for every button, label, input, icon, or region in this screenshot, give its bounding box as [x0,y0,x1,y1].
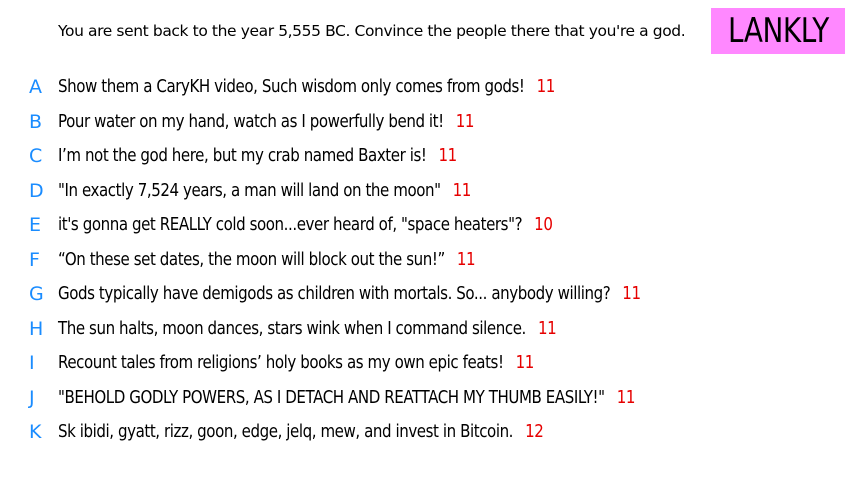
option-label: Gods typically have demigods as children… [58,284,611,305]
option-count: 11 [515,353,535,374]
option-content: “On these set dates, the moon will block… [58,249,476,270]
option-letter: K [29,421,42,444]
option-content: Pour water on my hand, watch as I powerf… [58,111,475,132]
option-content: "BEHOLD GODLY POWERS, AS I DETACH AND RE… [58,388,635,408]
option-content: it's gonna get REALLY cold soon...ever h… [58,215,553,236]
option-label: Pour water on my hand, watch as I powerf… [58,111,444,132]
option-content: Sk ibidi, gyatt, rizz, goon, edge, jelq,… [58,422,544,443]
option-letter: B [29,110,43,133]
option-content: Show them a CaryKH video, Such wisdom on… [58,77,555,97]
option-label: “On these set dates, the moon will block… [58,249,445,270]
option-count: 11 [456,249,476,270]
option-count: 10 [534,215,553,236]
option-count: 11 [537,318,557,339]
option-content: "In exactly 7,524 years, a man will land… [58,181,471,201]
option-letter: E [29,214,42,237]
option-letter: F [29,248,40,271]
option-count: 11 [455,111,475,132]
option-count: 12 [525,422,544,443]
option-label: "In exactly 7,524 years, a man will land… [58,180,441,201]
nameplate: LANKLY [711,8,845,54]
option-label: I’m not the god here, but my crab named … [58,146,427,167]
option-label: The sun halts, moon dances, stars wink w… [58,318,526,339]
option-label: Show them a CaryKH video, Such wisdom on… [58,77,525,98]
option-content: Recount tales from religions’ holy books… [58,353,534,373]
option-count: 11 [438,146,458,167]
option-letter: A [29,76,42,99]
option-content: The sun halts, moon dances, stars wink w… [58,318,557,339]
option-count: 11 [536,77,556,98]
option-label: Recount tales from religions’ holy books… [58,353,504,374]
option-count: 11 [452,180,472,201]
prompt-text: You are sent back to the year 5,555 BC. … [58,22,686,40]
option-letter: H [29,317,44,340]
option-letter: I [29,352,35,375]
option-content: I’m not the god here, but my crab named … [58,146,457,166]
option-count: 11 [622,284,641,305]
option-label: Sk ibidi, gyatt, rizz, goon, edge, jelq,… [58,422,514,443]
option-label: it's gonna get REALLY cold soon...ever h… [58,215,523,236]
option-letter: J [29,386,35,409]
option-label: "BEHOLD GODLY POWERS, AS I DETACH AND RE… [58,387,605,408]
option-letter: C [29,145,43,168]
option-letter: G [29,283,44,306]
option-count: 11 [616,387,636,408]
option-content: Gods typically have demigods as children… [58,284,641,304]
nameplate-text: LANKLY [727,11,829,51]
option-letter: D [29,179,44,202]
